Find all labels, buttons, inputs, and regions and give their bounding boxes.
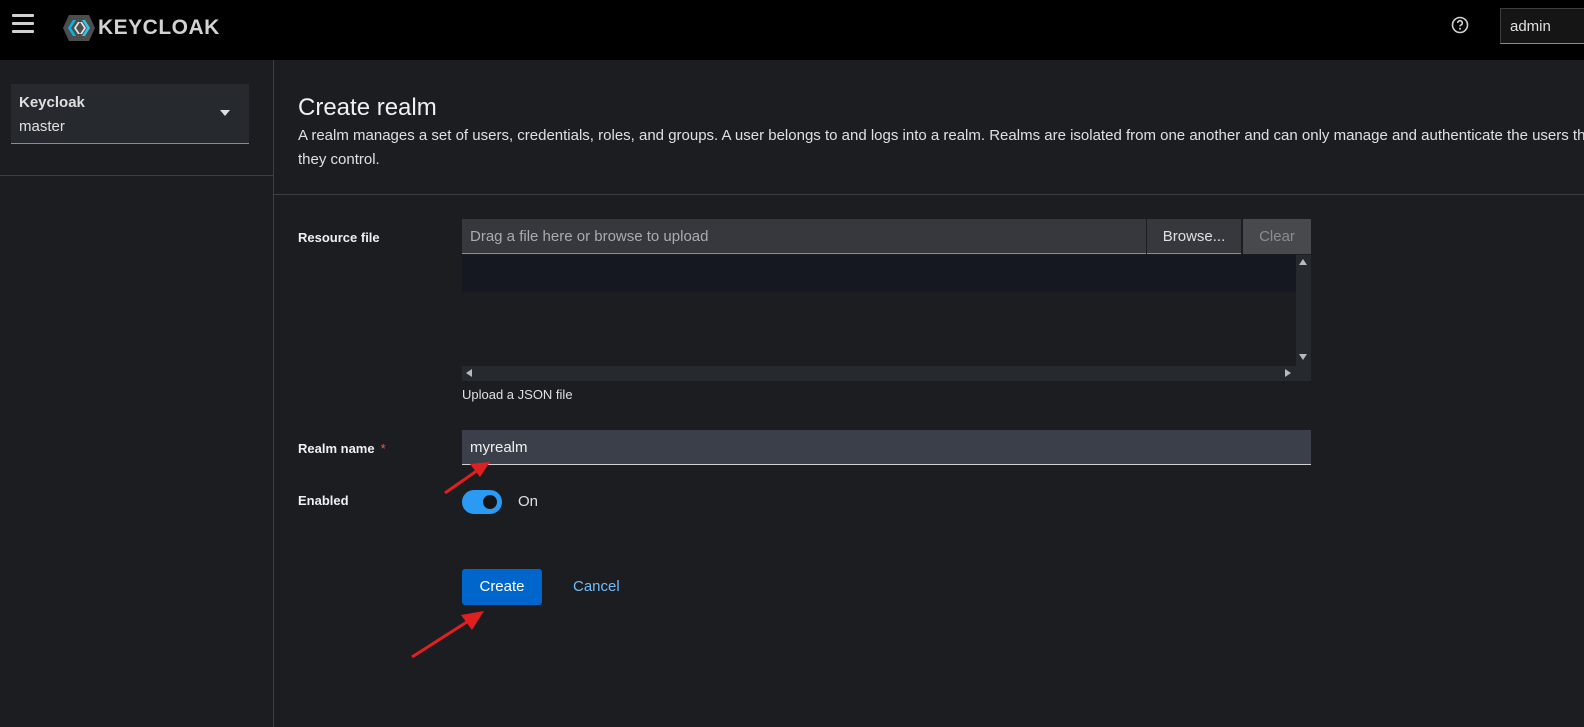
annotation-arrow-realm-name bbox=[444, 462, 490, 495]
realm-selector[interactable]: Keycloak master bbox=[11, 84, 249, 144]
brand-logo[interactable]: KEYCLOAK bbox=[62, 14, 220, 42]
editor-current-line bbox=[462, 255, 1296, 292]
user-menu-toggle[interactable]: admin bbox=[1500, 8, 1584, 44]
toggle-knob bbox=[483, 495, 497, 509]
realm-name-label: Realm name * bbox=[298, 441, 386, 456]
enabled-label: Enabled bbox=[298, 493, 349, 508]
page-header: Create realm A realm manages a set of us… bbox=[274, 60, 1584, 195]
resource-file-label: Resource file bbox=[298, 230, 380, 245]
horizontal-scrollbar[interactable] bbox=[462, 366, 1311, 381]
file-content-editor[interactable] bbox=[462, 255, 1311, 381]
sidebar-divider bbox=[0, 175, 273, 176]
brand-logo-text: KEYCLOAK bbox=[98, 16, 220, 39]
cancel-link[interactable]: Cancel bbox=[573, 578, 620, 595]
masthead: KEYCLOAK admin bbox=[0, 0, 1584, 60]
enabled-state-label: On bbox=[518, 493, 539, 510]
clear-button: Clear bbox=[1243, 219, 1311, 254]
keycloak-logo-icon bbox=[63, 15, 95, 41]
sidebar: Keycloak master bbox=[0, 60, 274, 727]
resource-file-helper: Upload a JSON file bbox=[462, 387, 573, 402]
realm-selector-title: Keycloak bbox=[19, 94, 85, 111]
annotation-arrow-create bbox=[411, 611, 484, 659]
realm-selector-value: master bbox=[19, 118, 65, 135]
hamburger-icon[interactable] bbox=[12, 14, 34, 34]
help-icon[interactable] bbox=[1451, 16, 1469, 34]
browse-button[interactable]: Browse... bbox=[1147, 219, 1241, 254]
realm-name-label-text: Realm name bbox=[298, 441, 375, 456]
vertical-scrollbar[interactable] bbox=[1296, 255, 1311, 366]
enabled-toggle[interactable] bbox=[462, 490, 502, 514]
scroll-left-icon[interactable] bbox=[466, 369, 472, 377]
scroll-down-icon[interactable] bbox=[1299, 354, 1307, 360]
page-description: A realm manages a set of users, credenti… bbox=[298, 127, 1584, 168]
caret-down-icon bbox=[220, 110, 230, 116]
scroll-up-icon[interactable] bbox=[1299, 259, 1307, 265]
resource-file-input[interactable]: Drag a file here or browse to upload bbox=[462, 219, 1146, 254]
create-button[interactable]: Create bbox=[462, 569, 542, 605]
required-indicator: * bbox=[380, 441, 386, 456]
scroll-right-icon[interactable] bbox=[1285, 369, 1291, 377]
page-title: Create realm bbox=[298, 94, 437, 121]
realm-name-input[interactable]: myrealm bbox=[462, 430, 1311, 465]
